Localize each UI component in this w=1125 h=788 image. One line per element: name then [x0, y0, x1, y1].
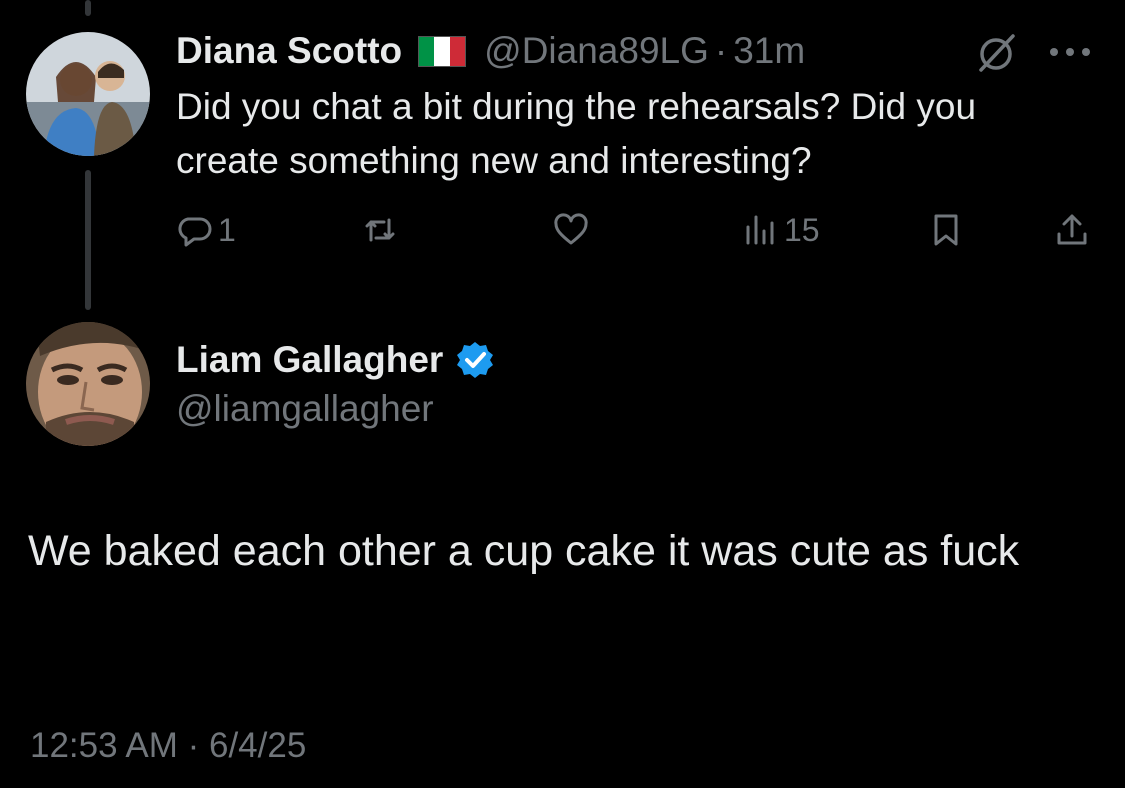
- parent-handle[interactable]: @Diana89LG: [484, 30, 709, 72]
- parent-time[interactable]: 31m: [733, 30, 805, 72]
- parent-tweet-actions: 1 15: [0, 212, 1125, 258]
- views-count: 15: [784, 212, 820, 248]
- main-handle[interactable]: @liamgallagher: [176, 388, 434, 430]
- avatar-liam[interactable]: [26, 322, 150, 446]
- retweet-icon: [365, 218, 395, 242]
- share-icon: [1057, 214, 1087, 245]
- bookmark-button[interactable]: [928, 212, 964, 248]
- parent-tweet-text: Did you chat a bit during the rehearsals…: [176, 86, 977, 181]
- reply-icon: [178, 217, 212, 246]
- parent-tweet-header: Diana Scotto @Diana89LG · 31m: [176, 26, 805, 76]
- main-tweet-header: Liam Gallagher: [176, 336, 495, 384]
- grok-icon[interactable]: [972, 30, 1020, 78]
- views-chart-icon: [746, 215, 774, 244]
- italy-flag-icon: [418, 35, 467, 67]
- main-tweet-timestamp[interactable]: 12:53 AM · 6/4/25: [30, 726, 306, 766]
- share-button[interactable]: [1054, 212, 1090, 248]
- main-tweet-text: We baked each other a cup cake it was cu…: [28, 527, 1020, 575]
- retweet-button[interactable]: [362, 212, 404, 248]
- heart-icon: [554, 213, 588, 245]
- more-options-icon[interactable]: [1046, 42, 1094, 62]
- reply-count: 1: [218, 212, 236, 248]
- avatar-diana[interactable]: [26, 32, 150, 156]
- main-display-name[interactable]: Liam Gallagher: [176, 339, 443, 381]
- thread-line-top: [85, 0, 91, 16]
- like-button[interactable]: [553, 212, 595, 248]
- separator-dot: ·: [714, 30, 728, 71]
- reply-button[interactable]: 1: [176, 212, 236, 249]
- parent-display-name[interactable]: Diana Scotto: [176, 30, 402, 72]
- verified-badge-icon: [457, 342, 494, 378]
- views-button[interactable]: 15: [742, 212, 820, 249]
- bookmark-icon: [934, 214, 958, 246]
